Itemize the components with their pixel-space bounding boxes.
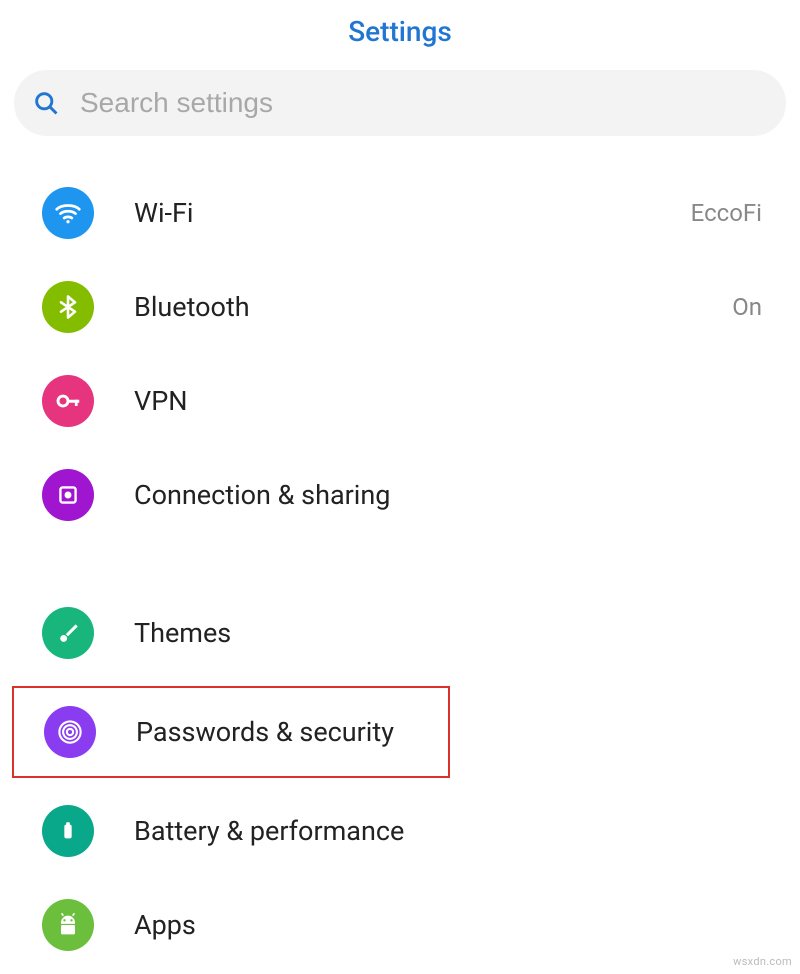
item-label: Wi-Fi [134, 197, 691, 229]
connection-sharing-icon [42, 469, 94, 521]
settings-item-vpn[interactable]: VPN [0, 354, 800, 448]
watermark: wsxdn.com [733, 955, 792, 968]
item-label: Connection & sharing [134, 479, 762, 511]
page-header: Settings [0, 0, 800, 70]
item-status: EccoFi [691, 199, 762, 227]
settings-item-connection-sharing[interactable]: Connection & sharing [0, 448, 800, 542]
settings-item-apps[interactable]: Apps [0, 878, 800, 972]
item-label: Themes [134, 617, 762, 649]
settings-list: Wi-Fi EccoFi Bluetooth On VPN Con [0, 166, 800, 972]
settings-item-themes[interactable]: Themes [0, 586, 800, 680]
search-bar[interactable] [14, 70, 786, 136]
search-icon [32, 89, 60, 117]
wifi-icon [42, 187, 94, 239]
vpn-key-icon [42, 375, 94, 427]
bluetooth-icon [42, 281, 94, 333]
apps-android-icon [42, 899, 94, 951]
item-label: Apps [134, 909, 762, 941]
item-status: On [732, 293, 762, 321]
settings-item-wifi[interactable]: Wi-Fi EccoFi [0, 166, 800, 260]
search-input[interactable] [80, 87, 768, 119]
settings-item-bluetooth[interactable]: Bluetooth On [0, 260, 800, 354]
item-label: Battery & performance [134, 815, 762, 847]
settings-item-battery-performance[interactable]: Battery & performance [0, 784, 800, 878]
themes-brush-icon [42, 607, 94, 659]
item-label: Passwords & security [136, 716, 410, 748]
fingerprint-icon [44, 706, 96, 758]
battery-icon [42, 805, 94, 857]
page-title: Settings [0, 15, 800, 48]
highlight-passwords-security: Passwords & security [12, 686, 450, 778]
item-label: Bluetooth [134, 291, 732, 323]
item-label: VPN [134, 385, 762, 417]
settings-item-passwords-security[interactable]: Passwords & security [14, 688, 448, 776]
